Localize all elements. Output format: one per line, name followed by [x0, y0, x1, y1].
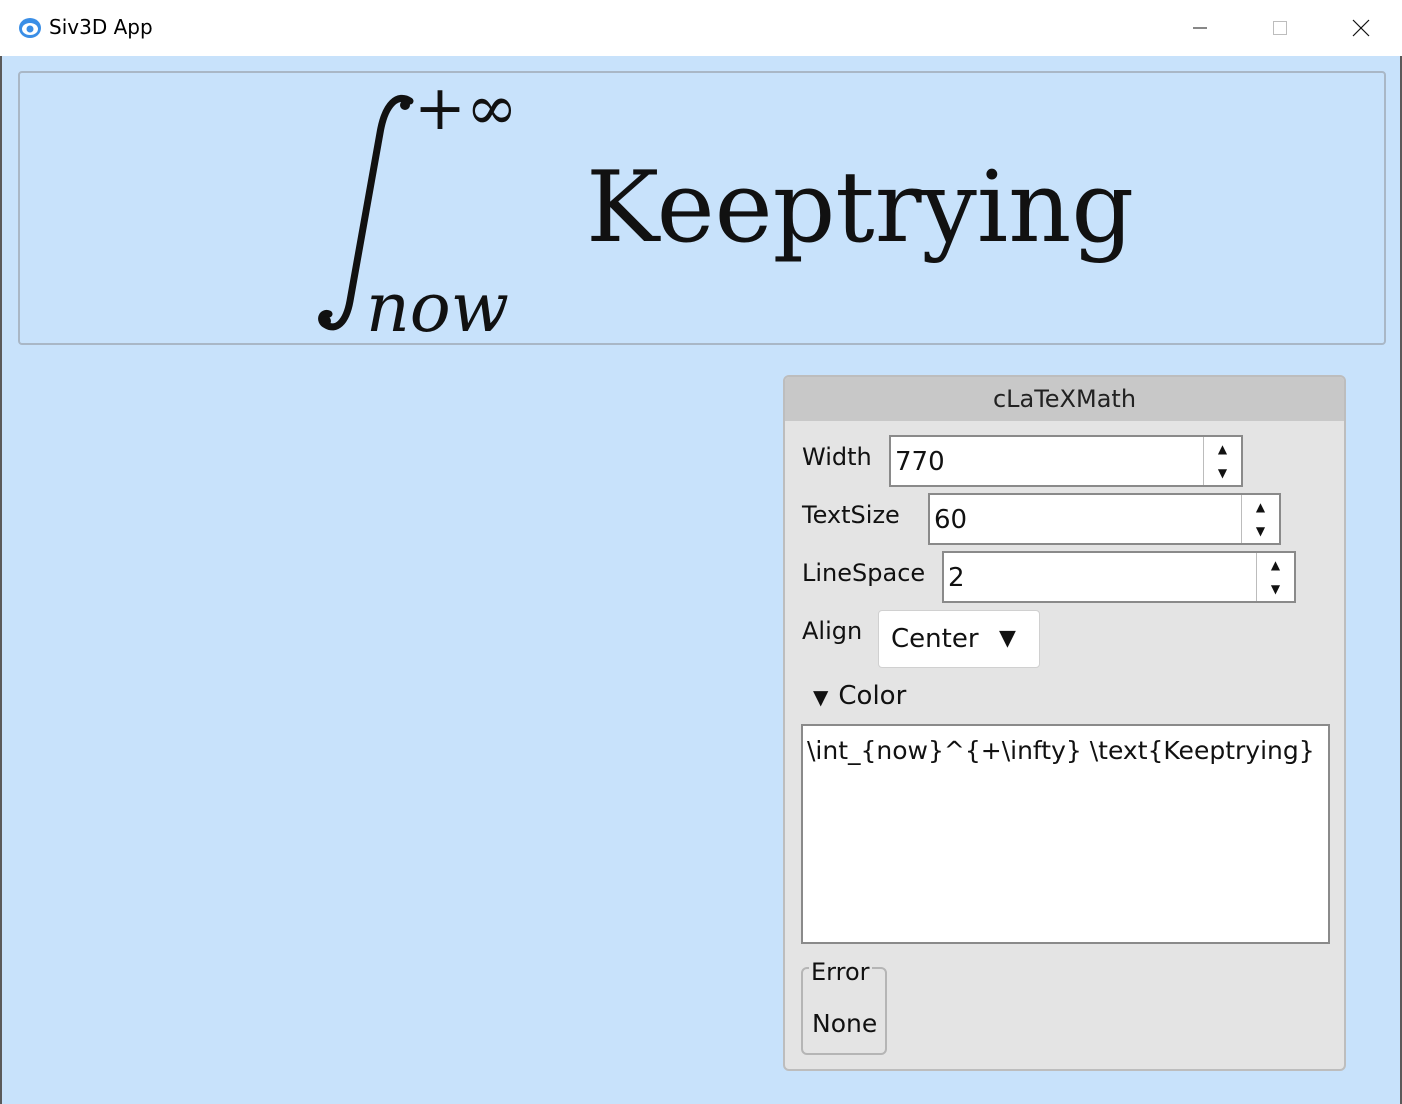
width-spinbox[interactable]: 770 ▲ ▼ [889, 435, 1243, 487]
color-label: Color [838, 681, 907, 711]
integral-lower-limit: now [366, 269, 509, 343]
formula-text: Keeptrying [586, 151, 1134, 265]
panel-title[interactable]: cLaTeXMath [785, 377, 1344, 421]
formula-display: +∞ now Keeptrying [18, 71, 1386, 345]
linespace-spinbox[interactable]: 2 ▲ ▼ [942, 551, 1296, 603]
color-section-toggle[interactable]: ▼ Color [813, 681, 906, 711]
triangle-down-icon: ▼ [813, 685, 829, 709]
maximize-icon [1273, 21, 1287, 35]
window-border-left [0, 56, 2, 1104]
formula-render: +∞ now Keeptrying [318, 73, 1134, 343]
align-dropdown[interactable]: Center ▼ [878, 610, 1040, 668]
close-button[interactable] [1321, 0, 1401, 56]
window-title: Siv3D App [49, 15, 153, 39]
width-increment-icon[interactable]: ▲ [1204, 437, 1241, 461]
width-decrement-icon[interactable]: ▼ [1204, 461, 1241, 485]
integral-upper-limit: +∞ [414, 73, 518, 144]
width-stepper: ▲ ▼ [1203, 437, 1241, 485]
linespace-label: LineSpace [802, 559, 926, 587]
textsize-spinbox[interactable]: 60 ▲ ▼ [928, 493, 1281, 545]
minimize-icon [1193, 27, 1207, 29]
integral-bottom-dot [321, 316, 331, 326]
app-icon [18, 17, 42, 39]
integral-top-dot [400, 100, 410, 110]
textsize-decrement-icon[interactable]: ▼ [1242, 519, 1279, 543]
textsize-stepper: ▲ ▼ [1241, 495, 1279, 543]
minimize-button[interactable] [1160, 0, 1240, 56]
title-bar: Siv3D App [0, 0, 1402, 56]
linespace-decrement-icon[interactable]: ▼ [1257, 577, 1294, 601]
linespace-stepper: ▲ ▼ [1256, 553, 1294, 601]
width-label: Width [802, 443, 872, 471]
latex-source-textarea[interactable]: \int_{now}^{+\infty} \text{Keeptrying} [801, 724, 1330, 944]
chevron-down-icon: ▼ [999, 626, 1016, 651]
width-value[interactable]: 770 [895, 447, 945, 477]
error-value: None [812, 1009, 878, 1038]
clatexmath-panel: cLaTeXMath Width 770 ▲ ▼ TextSize 60 ▲ ▼… [783, 375, 1346, 1071]
textsize-label: TextSize [802, 501, 900, 529]
linespace-increment-icon[interactable]: ▲ [1257, 553, 1294, 577]
textsize-increment-icon[interactable]: ▲ [1242, 495, 1279, 519]
latex-source-text: \int_{now}^{+\infty} \text{Keeptrying} [807, 736, 1315, 765]
align-selected-value: Center [891, 624, 979, 654]
linespace-value[interactable]: 2 [948, 563, 965, 593]
align-label: Align [802, 617, 863, 645]
error-label: Error [809, 958, 872, 986]
textsize-value[interactable]: 60 [934, 505, 967, 535]
maximize-button[interactable] [1240, 0, 1320, 56]
close-icon [1352, 19, 1370, 37]
